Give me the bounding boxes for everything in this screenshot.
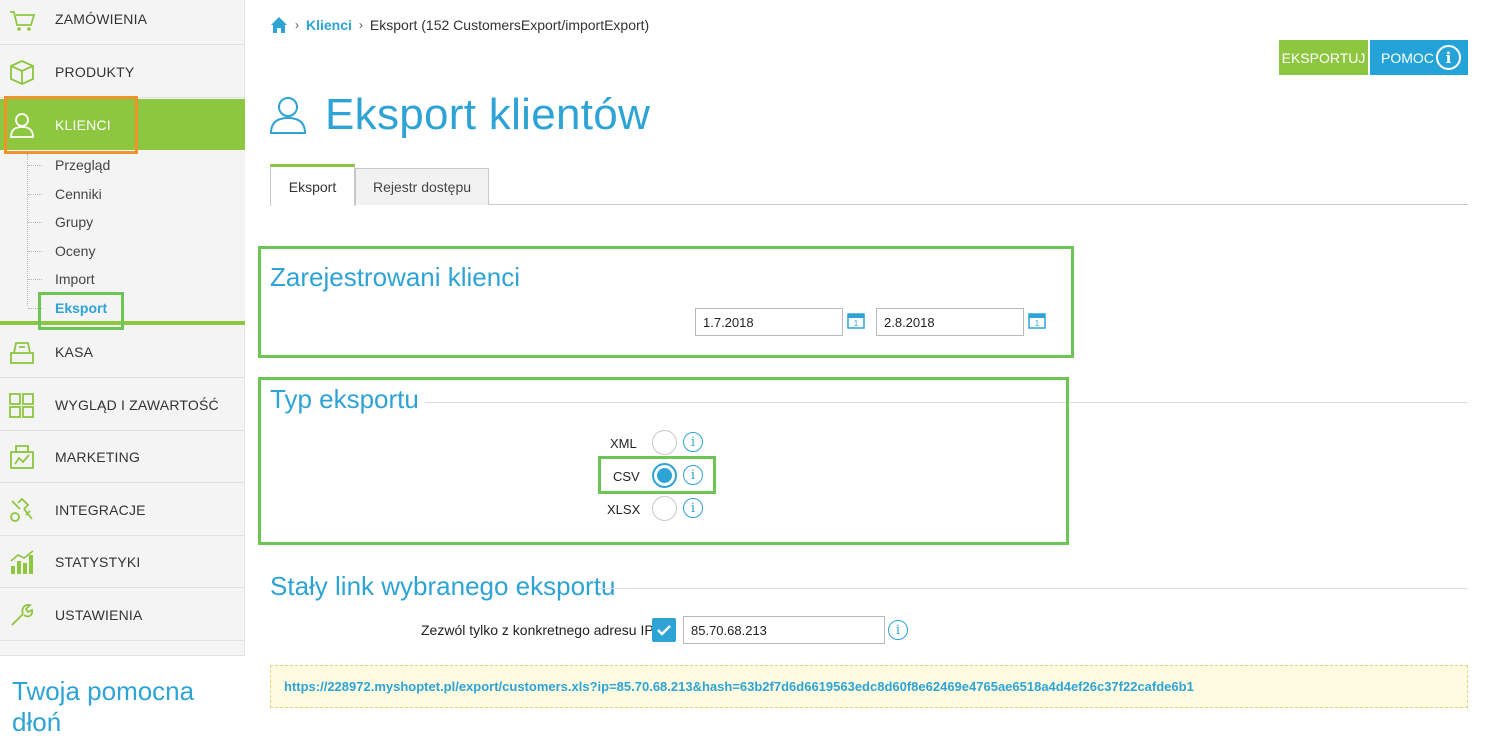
nav-item-pos[interactable]: KASA: [0, 326, 245, 378]
info-icon: i: [1436, 45, 1461, 70]
integration-icon: [10, 497, 33, 522]
nav-item-orders[interactable]: ZAMÓWIENIA: [0, 0, 245, 45]
nav-label: MARKETING: [55, 448, 141, 465]
bar-chart-icon: [10, 550, 34, 574]
sidebar: ZAMÓWIENIA PRODUKTY KLIENCI Przegląd Cen…: [0, 0, 245, 737]
nav-label: USTAWIENIA: [55, 606, 143, 623]
submenu-item-groups[interactable]: Grupy: [28, 214, 93, 230]
marketing-icon: [10, 445, 34, 469]
breadcrumb-customers[interactable]: Klienci: [306, 17, 352, 33]
svg-text:1: 1: [854, 319, 859, 328]
nav-item-appearance[interactable]: WYGLĄD I ZAWARTOŚĆ: [0, 379, 245, 431]
help-panel[interactable]: Twoja pomocna dłoń: [0, 655, 245, 737]
breadcrumb: › Klienci › Eksport (152 CustomersExport…: [270, 15, 649, 35]
ip-restriction-checkbox[interactable]: [652, 618, 676, 642]
nav-item-statistics[interactable]: STATYSTYKI: [0, 536, 245, 588]
export-highlight-box: [38, 292, 124, 330]
submenu-item-price-lists[interactable]: Cenniki: [28, 186, 102, 202]
tree-line: [27, 154, 28, 306]
svg-text:1: 1: [1035, 319, 1040, 328]
calendar-icon[interactable]: 1: [1028, 311, 1046, 329]
permanent-link-title: Stały link wybranego eksportu: [270, 571, 616, 601]
layout-grid-icon: [9, 393, 34, 418]
registered-customers-highlight-box: [258, 246, 1074, 358]
nav-label: STATYSTYKI: [55, 553, 141, 570]
radio-xlsx[interactable]: [652, 496, 677, 521]
page-title: Eksport klientów: [325, 90, 651, 139]
box-icon: [10, 60, 34, 85]
breadcrumb-separator: ›: [358, 18, 363, 32]
radio-csv[interactable]: [652, 463, 677, 488]
radio-label-csv: CSV: [613, 469, 640, 484]
nav-item-integrations[interactable]: INTEGRACJE: [0, 484, 245, 536]
info-icon[interactable]: i: [683, 465, 703, 485]
nav-item-settings[interactable]: USTAWIENIA: [0, 589, 245, 641]
tab-export[interactable]: Eksport: [270, 164, 355, 206]
radio-label-xlsx: XLSX: [607, 502, 641, 517]
nav-label: WYGLĄD I ZAWARTOŚĆ: [55, 396, 219, 413]
user-icon: [269, 97, 307, 134]
help-text: Twoja pomocna dłoń: [12, 676, 195, 737]
radio-label-xml: XML: [610, 436, 637, 451]
tab-bar: Eksport Rejestr dostępu: [270, 164, 1468, 206]
calendar-icon[interactable]: 1: [847, 311, 865, 329]
export-button[interactable]: EKSPORTUJ: [1279, 40, 1368, 75]
cash-register-icon: [10, 342, 34, 364]
nav-item-marketing[interactable]: MARKETING: [0, 431, 245, 483]
ip-restriction-label: Zezwól tylko z konkretnego adresu IP: [421, 622, 654, 638]
info-icon[interactable]: i: [683, 432, 703, 452]
submenu-item-ratings[interactable]: Oceny: [28, 243, 95, 259]
submenu-item-import[interactable]: Import: [28, 271, 95, 287]
radio-xml[interactable]: [652, 430, 677, 455]
submenu-item-overview[interactable]: Przegląd: [28, 157, 110, 173]
info-icon[interactable]: i: [888, 620, 908, 640]
date-to-input[interactable]: [876, 308, 1024, 336]
nav-label: KASA: [55, 343, 94, 360]
breadcrumb-separator: ›: [295, 18, 299, 32]
customers-highlight-box: [4, 96, 138, 154]
wrench-icon: [11, 603, 34, 626]
tab-access-log[interactable]: Rejestr dostępu: [355, 168, 489, 205]
export-url-link[interactable]: https://228972.myshoptet.pl/export/custo…: [284, 679, 1194, 694]
export-link-box: https://228972.myshoptet.pl/export/custo…: [270, 665, 1468, 708]
section-divider: [598, 588, 1468, 589]
help-button[interactable]: POMOC i: [1370, 40, 1468, 75]
home-icon[interactable]: [270, 16, 288, 34]
cart-icon: [10, 11, 36, 31]
nav-label: PRODUKTY: [55, 63, 135, 80]
nav-label: ZAMÓWIENIA: [55, 10, 148, 27]
info-icon[interactable]: i: [683, 498, 703, 518]
nav-label: INTEGRACJE: [55, 501, 146, 518]
nav-item-products[interactable]: PRODUKTY: [0, 46, 245, 98]
breadcrumb-current: Eksport (152 CustomersExport/importExpor…: [369, 17, 650, 33]
ip-address-input[interactable]: [683, 616, 885, 644]
checkmark-icon: [657, 625, 671, 636]
date-from-input[interactable]: [695, 308, 843, 336]
